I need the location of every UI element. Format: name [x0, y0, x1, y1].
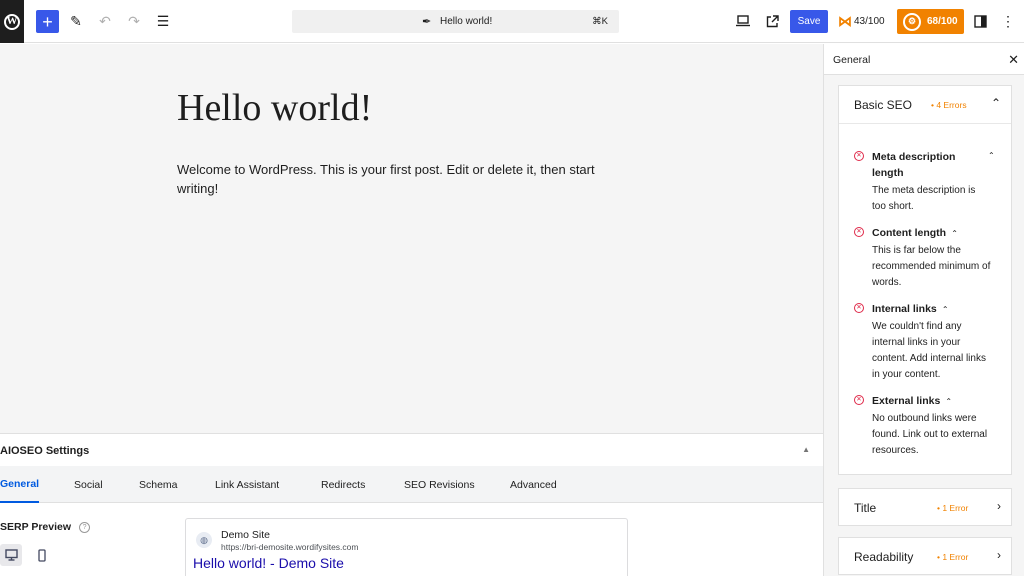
- chevron-up-icon[interactable]: ⌃: [943, 397, 952, 406]
- tab-advanced[interactable]: Advanced: [510, 466, 557, 503]
- command-palette-button[interactable]: ✒ Hello world! ⌘K: [292, 10, 619, 33]
- logo-letter: W: [4, 13, 20, 30]
- issue-title: External links ⌃: [872, 395, 953, 407]
- error-icon: ✕: [854, 395, 864, 405]
- post-title[interactable]: Hello world!: [177, 86, 372, 130]
- tab-schema[interactable]: Schema: [139, 466, 178, 503]
- list-view-icon[interactable]: ☰: [154, 12, 172, 30]
- globe-icon: ◍: [196, 532, 212, 548]
- issue-description: This is far below the recommended minimu…: [872, 245, 991, 288]
- settings-sidebar: General ✕ Basic SEO • 4 Errors ⌃ ✕ Meta …: [823, 44, 1024, 576]
- title-card[interactable]: Title • 1 Error ›: [838, 488, 1012, 526]
- seo-score-value: 68/100: [927, 16, 958, 27]
- add-block-button[interactable]: +: [36, 10, 59, 33]
- wordpress-logo-icon[interactable]: W: [0, 0, 24, 43]
- chevron-right-icon[interactable]: ›: [997, 548, 1001, 562]
- sidebar-toggle-icon[interactable]: [971, 12, 989, 30]
- chevron-right-icon[interactable]: ›: [997, 499, 1001, 513]
- post-content-paragraph[interactable]: Welcome to WordPress. This is your first…: [177, 160, 617, 198]
- help-icon[interactable]: ?: [79, 521, 91, 533]
- error-icon: ✕: [854, 303, 864, 313]
- command-shortcut: ⌘K: [592, 16, 608, 27]
- aioseo-settings-header[interactable]: AIOSEO Settings ▲: [0, 434, 823, 466]
- aioseo-m-icon: ⋈: [838, 12, 852, 29]
- basic-seo-header[interactable]: Basic SEO • 4 Errors ⌃: [839, 86, 1011, 124]
- redo-icon[interactable]: ↷: [125, 12, 143, 30]
- external-link-icon[interactable]: [763, 12, 781, 30]
- aioseo-tabs: General Social Schema Link Assistant Red…: [0, 466, 823, 503]
- tab-link-assistant[interactable]: Link Assistant: [215, 466, 279, 503]
- serp-title: Hello world! - Demo Site: [193, 555, 344, 571]
- undo-icon[interactable]: ↶: [96, 12, 114, 30]
- chevron-up-icon[interactable]: ⌃: [988, 151, 995, 160]
- feather-icon: ✒: [422, 16, 432, 28]
- chevron-up-icon[interactable]: ⌃: [940, 305, 949, 314]
- chevron-up-icon[interactable]: ⌃: [949, 229, 958, 238]
- issue-title: Content length ⌃: [872, 227, 958, 239]
- aioseo-gear-icon: ⚙: [903, 12, 921, 31]
- title-card-title: Title: [854, 501, 877, 515]
- basic-seo-title: Basic SEO: [854, 98, 913, 112]
- aioseo-settings-title: AIOSEO Settings: [0, 445, 90, 457]
- serp-preview-card: ◍ Demo Site https://bri-demosite.wordify…: [185, 518, 628, 576]
- issue-title: Meta description length: [872, 151, 956, 179]
- content-score-value: 43/100: [854, 15, 885, 27]
- title-error-badge: • 1 Error: [937, 503, 969, 513]
- chevron-up-icon[interactable]: ⌃: [991, 96, 1001, 110]
- issue-title: Internal links ⌃: [872, 303, 949, 315]
- readability-card-title: Readability: [854, 550, 914, 564]
- tab-general[interactable]: General: [0, 466, 40, 503]
- desktop-icon[interactable]: [0, 544, 22, 566]
- tab-redirects[interactable]: Redirects: [321, 466, 365, 503]
- seo-score-button[interactable]: ⚙ 68/100: [897, 9, 964, 34]
- editor-toolbar: W + ✎ ↶ ↷ ☰ ✒ Hello world! ⌘K Save ⋈ 43/…: [0, 0, 1024, 43]
- aioseo-settings-panel: AIOSEO Settings ▲ General Social Schema …: [0, 433, 823, 576]
- basic-seo-error-badge: • 4 Errors: [931, 100, 967, 110]
- error-icon: ✕: [854, 227, 864, 237]
- serp-url: https://bri-demosite.wordifysites.com: [221, 542, 359, 552]
- issue-description: We couldn't find any internal links in y…: [872, 321, 986, 380]
- mobile-icon[interactable]: [31, 544, 53, 566]
- serp-preview-label: SERP Preview ?: [0, 521, 91, 533]
- issue-description: No outbound links were found. Link out t…: [872, 413, 988, 456]
- basic-seo-card: Basic SEO • 4 Errors ⌃ ✕ Meta descriptio…: [838, 85, 1012, 475]
- command-title: Hello world!: [440, 16, 493, 27]
- collapse-caret-icon[interactable]: ▲: [802, 445, 810, 454]
- sidebar-tab-general[interactable]: General: [833, 54, 870, 66]
- tab-social[interactable]: Social: [74, 466, 103, 503]
- close-icon[interactable]: ✕: [1008, 52, 1019, 68]
- readability-error-badge: • 1 Error: [937, 552, 969, 562]
- serp-preview-text: SERP Preview: [0, 521, 72, 533]
- pen-icon[interactable]: ✎: [67, 12, 85, 30]
- sidebar-header: General ✕: [824, 44, 1024, 75]
- error-icon: ✕: [854, 151, 864, 161]
- more-vertical-icon[interactable]: ⋮: [999, 12, 1017, 30]
- serp-site-name: Demo Site: [221, 529, 271, 541]
- readability-card[interactable]: Readability • 1 Error ›: [838, 537, 1012, 575]
- tab-seo-revisions[interactable]: SEO Revisions: [404, 466, 475, 503]
- content-score-button[interactable]: ⋈ 43/100: [838, 11, 885, 31]
- issue-description: The meta description is too short.: [872, 185, 976, 212]
- save-button[interactable]: Save: [790, 10, 828, 33]
- editor-canvas[interactable]: Hello world! Welcome to WordPress. This …: [0, 44, 823, 433]
- laptop-icon[interactable]: [734, 12, 752, 30]
